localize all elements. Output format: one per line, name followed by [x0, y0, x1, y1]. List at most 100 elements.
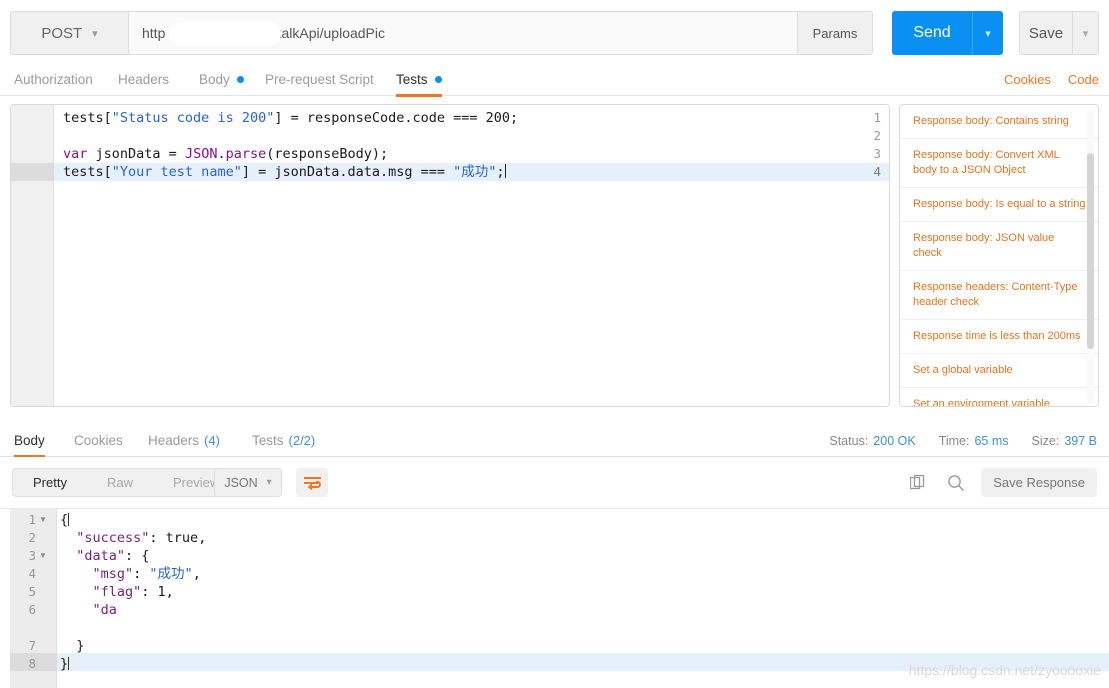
- text-cursor: [68, 513, 70, 526]
- tab-label: Tests: [252, 433, 284, 448]
- snippet-item[interactable]: Response body: Convert XML body to a JSO…: [900, 139, 1098, 188]
- json-token: "da: [92, 602, 117, 618]
- code-link[interactable]: Code: [1068, 72, 1099, 87]
- response-view-switch: Pretty Raw Preview: [12, 468, 241, 497]
- snippet-item[interactable]: Set an environment variable: [900, 388, 1098, 406]
- response-tab-cookies[interactable]: Cookies: [74, 424, 123, 457]
- snippet-item[interactable]: Response body: Contains string: [900, 105, 1098, 139]
- tab-headers[interactable]: Headers: [118, 62, 169, 96]
- tab-label: Body: [199, 71, 230, 87]
- tab-authorization[interactable]: Authorization: [14, 62, 93, 96]
- editor-code-line: [63, 127, 889, 145]
- response-line-number: 5: [28, 584, 36, 599]
- response-tab-tests[interactable]: Tests (2/2): [252, 424, 315, 457]
- json-token: :: [133, 566, 150, 582]
- wrap-text-button[interactable]: [296, 468, 328, 497]
- time-value: 65 ms: [974, 433, 1009, 448]
- unsaved-dot-icon: [434, 75, 442, 83]
- fold-triangle-icon[interactable]: ▼: [39, 547, 49, 565]
- json-token: }: [60, 656, 69, 672]
- wrap-text-icon: [303, 476, 321, 490]
- editor-code-content[interactable]: tests["Status code is 200"] = responseCo…: [63, 109, 889, 181]
- json-token: ,: [192, 566, 201, 582]
- snippet-item[interactable]: Response body: Is equal to a string: [900, 188, 1098, 222]
- copy-icon: [909, 474, 924, 490]
- cookies-link[interactable]: Cookies: [1004, 72, 1051, 87]
- save-button[interactable]: Save: [1019, 11, 1072, 55]
- response-code-line: {: [60, 511, 1109, 529]
- format-label: JSON: [224, 475, 258, 490]
- editor-gutter-highlight: [11, 163, 54, 181]
- tab-count: (2/2): [288, 433, 316, 448]
- request-right-links: Cookies Code: [1004, 62, 1099, 96]
- time-meta: Time: 65 ms: [939, 434, 1009, 448]
- response-code-content[interactable]: { "success": true, "data": { "msg": "成功"…: [60, 511, 1109, 673]
- snippet-item[interactable]: Response time is less than 200ms: [900, 320, 1098, 354]
- tab-tests[interactable]: Tests: [396, 62, 442, 97]
- editor-code-line: tests["Status code is 200"] = responseCo…: [63, 109, 889, 127]
- response-line-number: 7: [28, 638, 36, 653]
- snippet-list: Response body: Contains string Response b…: [900, 105, 1098, 406]
- active-tab-underline: [396, 94, 442, 97]
- response-body-viewer[interactable]: 1 ▼ 2 3 ▼ 4 5 6 7 8 { "success": true, "data": { …: [0, 509, 1109, 688]
- code-token: tests[: [63, 110, 112, 126]
- snippet-item[interactable]: Response headers: Content-Type header ch…: [900, 271, 1098, 320]
- text-cursor: [68, 657, 70, 670]
- test-snippets-panel[interactable]: Response body: Contains string Response b…: [899, 104, 1099, 407]
- code-token: JSON: [184, 146, 218, 162]
- send-button[interactable]: Send: [892, 11, 972, 55]
- editor-line-number-gutter: [11, 105, 54, 406]
- code-token: "Status code is 200": [111, 110, 275, 126]
- response-code-line: }: [60, 655, 1109, 673]
- copy-button[interactable]: [905, 470, 931, 496]
- request-url-bar: POST ▾ http app/talkApi/uploadPic Params…: [10, 11, 1099, 55]
- save-response-button[interactable]: Save Response: [981, 468, 1097, 497]
- response-code-line: [60, 619, 1109, 637]
- json-token: {: [60, 512, 69, 528]
- tab-pre-request-script[interactable]: Pre-request Script: [265, 62, 374, 96]
- tests-code-editor[interactable]: 1234 tests["Status code is 200"] = respo…: [10, 104, 890, 407]
- tab-label: Cookies: [74, 433, 123, 448]
- json-token: : {: [125, 548, 150, 564]
- editor-code-line: var jsonData = JSON.parse(responseBody);: [63, 145, 889, 163]
- json-token: "data": [76, 548, 126, 564]
- snippet-item[interactable]: Response body: JSON value check: [900, 222, 1098, 271]
- response-line-number: 2: [28, 530, 36, 545]
- text-cursor: [504, 164, 506, 178]
- request-url-input[interactable]: http app/talkApi/uploadPic: [128, 11, 798, 55]
- view-raw-button[interactable]: Raw: [87, 469, 153, 496]
- response-tool-icons: Save Response: [905, 468, 1097, 497]
- response-tab-headers[interactable]: Headers (4): [148, 424, 220, 457]
- json-token: "flag": [92, 584, 142, 600]
- response-code-line: }: [60, 637, 1109, 655]
- fold-triangle-icon[interactable]: ▼: [39, 511, 49, 529]
- url-redaction-blob: [169, 22, 281, 46]
- response-line-number: 3: [28, 548, 36, 563]
- response-code-line: "data": {: [60, 547, 1109, 565]
- send-options-chevron-down-icon[interactable]: ▾: [972, 11, 1003, 55]
- response-line-number: 8: [28, 656, 36, 671]
- snippet-item[interactable]: Set a global variable: [900, 354, 1098, 388]
- http-method-selector[interactable]: POST ▾: [10, 11, 128, 55]
- code-token: ;: [496, 164, 505, 180]
- unsaved-dot-icon: [236, 75, 244, 83]
- search-button[interactable]: [943, 470, 969, 496]
- size-value: 397 B: [1064, 433, 1097, 448]
- response-tab-bar: Body Cookies Headers (4) Tests (2/2) Sta…: [0, 424, 1109, 458]
- save-options-chevron-down-icon[interactable]: ▾: [1072, 11, 1099, 55]
- response-line-number: 6: [28, 602, 36, 617]
- params-button[interactable]: Params: [798, 11, 873, 55]
- response-format-selector[interactable]: JSON ▾: [214, 468, 282, 497]
- response-tab-body[interactable]: Body: [14, 424, 45, 458]
- view-pretty-button[interactable]: Pretty: [13, 469, 87, 496]
- snippets-scrollbar-thumb[interactable]: [1087, 153, 1094, 349]
- json-token: : true,: [149, 530, 207, 546]
- save-button-group: Save ▾: [1019, 11, 1099, 55]
- response-code-line: "da: [60, 601, 1109, 619]
- tab-body[interactable]: Body: [199, 62, 244, 96]
- json-token: "成功": [149, 566, 193, 582]
